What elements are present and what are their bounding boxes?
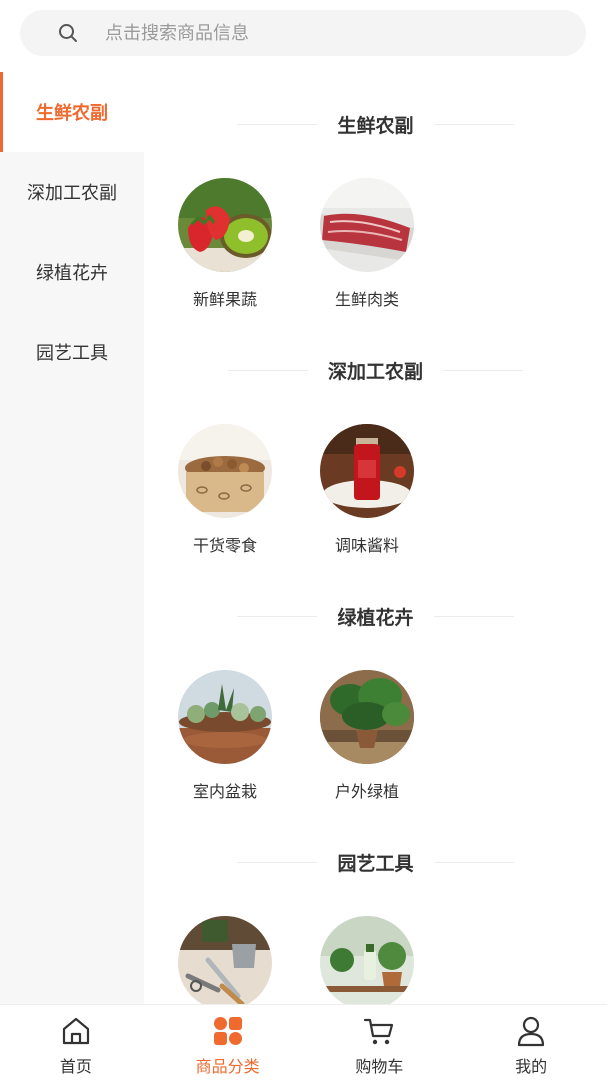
subcategory-card[interactable]: 干货零食 bbox=[170, 424, 280, 556]
divider bbox=[433, 615, 514, 617]
subcategory-card[interactable]: 室内盆栽 bbox=[170, 670, 280, 802]
monstera-plant-image bbox=[320, 670, 414, 764]
sidebar-item-garden-tools[interactable]: 园艺工具 bbox=[0, 312, 144, 392]
category-sidebar: 生鲜农副 深加工农副 绿植花卉 园艺工具 bbox=[0, 72, 144, 1004]
section-title: 绿植花卉 bbox=[337, 606, 414, 629]
garden-tools-image bbox=[178, 916, 272, 1004]
divider bbox=[443, 369, 523, 371]
user-icon bbox=[514, 1014, 548, 1048]
section-header: 绿植花卉 bbox=[144, 596, 607, 636]
tab-cart[interactable]: 购物车 bbox=[304, 1005, 456, 1080]
subcategory-card[interactable]: 调味酱料 bbox=[312, 424, 422, 556]
subcategory-card[interactable]: 生鲜肉类 bbox=[312, 178, 422, 310]
subcategory-label: 调味酱料 bbox=[334, 536, 399, 555]
cart-icon bbox=[362, 1014, 396, 1048]
divider bbox=[237, 861, 318, 863]
section-processed-produce: 深加工农副 干货零食 调味酱料 bbox=[144, 350, 607, 594]
tab-label: 商品分类 bbox=[195, 1057, 260, 1076]
category-grid-icon bbox=[211, 1014, 245, 1048]
subcategory-card[interactable] bbox=[170, 916, 280, 1004]
sidebar-item-label: 园艺工具 bbox=[36, 343, 108, 364]
subcategory-label: 干货零食 bbox=[192, 536, 257, 555]
divider bbox=[433, 861, 514, 863]
subcategory-card[interactable]: 户外绿植 bbox=[312, 670, 422, 802]
section-title: 园艺工具 bbox=[337, 852, 414, 875]
subcategory-label: 室内盆栽 bbox=[192, 782, 257, 801]
section-plants-flowers: 绿植花卉 室内盆栽 户外绿植 bbox=[144, 596, 607, 840]
search-bar[interactable] bbox=[20, 10, 586, 56]
sidebar-item-plants-flowers[interactable]: 绿植花卉 bbox=[0, 232, 144, 312]
tab-category[interactable]: 商品分类 bbox=[152, 1005, 304, 1080]
subcategory-label: 新鲜果蔬 bbox=[192, 290, 257, 309]
subcategory-card[interactable]: 新鲜果蔬 bbox=[170, 178, 280, 310]
subcategory-label: 生鲜肉类 bbox=[334, 290, 399, 309]
search-icon bbox=[57, 22, 79, 44]
section-title: 生鲜农副 bbox=[337, 114, 414, 137]
subcategory-label: 户外绿植 bbox=[334, 782, 399, 801]
divider bbox=[433, 123, 514, 125]
strawberry-kiwi-image bbox=[178, 178, 272, 272]
tab-profile[interactable]: 我的 bbox=[455, 1005, 607, 1080]
section-title: 深加工农副 bbox=[327, 360, 423, 383]
tab-label: 我的 bbox=[515, 1057, 548, 1076]
section-header: 生鲜农副 bbox=[144, 104, 607, 144]
plant-shelf-image bbox=[320, 916, 414, 1004]
nuts-box-image bbox=[178, 424, 272, 518]
sidebar-item-label: 生鲜农副 bbox=[36, 103, 108, 124]
subcategory-grid bbox=[144, 916, 607, 1004]
bottom-tab-bar: 首页 商品分类 购物车 我的 bbox=[0, 1004, 607, 1080]
sauce-bottle-image bbox=[320, 424, 414, 518]
category-content: 生鲜农副 新鲜果蔬 生鲜肉类 深加工农副 干货零食 调味酱料 绿植花卉 室内盆栽… bbox=[144, 72, 607, 1004]
section-fresh-produce: 生鲜农副 新鲜果蔬 生鲜肉类 bbox=[144, 104, 607, 348]
section-header: 园艺工具 bbox=[144, 842, 607, 882]
search-input[interactable] bbox=[105, 22, 525, 44]
sidebar-item-processed-produce[interactable]: 深加工农副 bbox=[0, 152, 144, 232]
home-icon bbox=[59, 1014, 93, 1048]
succulent-pot-image bbox=[178, 670, 272, 764]
search-header bbox=[0, 0, 607, 72]
section-header: 深加工农副 bbox=[144, 350, 607, 390]
subcategory-grid: 室内盆栽 户外绿植 bbox=[144, 670, 607, 840]
divider bbox=[227, 369, 308, 371]
sidebar-item-label: 绿植花卉 bbox=[36, 263, 108, 284]
tab-label: 首页 bbox=[59, 1057, 92, 1076]
divider bbox=[237, 123, 318, 125]
subcategory-card[interactable] bbox=[312, 916, 422, 1004]
subcategory-grid: 新鲜果蔬 生鲜肉类 bbox=[144, 178, 607, 348]
subcategory-grid: 干货零食 调味酱料 bbox=[144, 424, 607, 594]
tab-home[interactable]: 首页 bbox=[0, 1005, 152, 1080]
section-garden-tools: 园艺工具 bbox=[144, 842, 607, 1004]
divider bbox=[237, 615, 318, 617]
sidebar-item-fresh-produce[interactable]: 生鲜农副 bbox=[0, 72, 144, 152]
raw-meat-image bbox=[320, 178, 414, 272]
tab-label: 购物车 bbox=[355, 1057, 404, 1076]
sidebar-item-label: 深加工农副 bbox=[27, 183, 117, 204]
